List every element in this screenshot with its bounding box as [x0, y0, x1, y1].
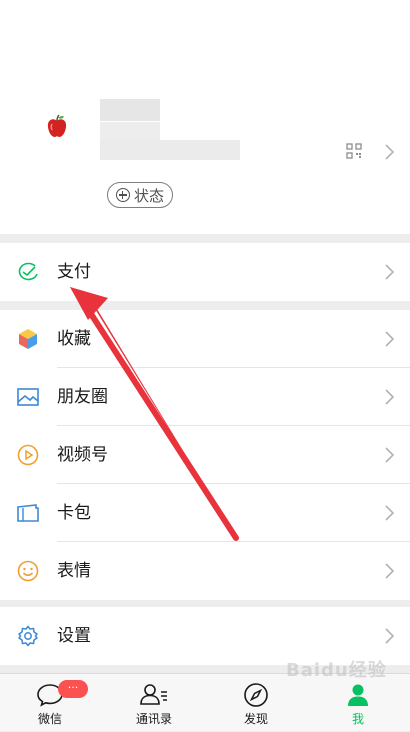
smiley-icon: [17, 560, 39, 582]
wechat-id-blurred: [100, 122, 160, 140]
pay-icon: [18, 262, 38, 281]
menu-label-moments: 朋友圈: [57, 387, 108, 407]
menu-item-moments[interactable]: 朋友圈: [0, 368, 410, 426]
pay-group: 支付: [0, 243, 410, 301]
moments-picture-icon: [17, 388, 39, 406]
chevron-right-icon: [385, 628, 394, 644]
menu-item-channels[interactable]: 视频号: [0, 426, 410, 484]
contacts-icon: [140, 684, 167, 705]
chevron-right-icon: [385, 331, 394, 347]
wechat-id-blurred-2: [100, 140, 240, 160]
status-label: 状态: [133, 186, 164, 205]
bottom-tab-bar: ··· 微信 通讯录 发现 我: [0, 673, 410, 731]
tab-label-chats: 微信: [37, 712, 62, 726]
menu-item-pay[interactable]: 支付: [0, 243, 410, 301]
unread-badge: ···: [58, 680, 88, 698]
tab-discover[interactable]: 发现: [206, 674, 306, 732]
avatar-apple-icon[interactable]: [44, 114, 70, 140]
card-wallet-icon: [17, 504, 39, 522]
chevron-right-icon: [385, 447, 394, 463]
favorites-cube-icon: [19, 329, 37, 349]
chevron-right-icon: [385, 264, 394, 280]
settings-group: 设置: [0, 607, 410, 665]
tab-label-contacts: 通讯录: [135, 712, 172, 726]
channels-play-icon: [17, 444, 39, 466]
chevron-right-icon: [385, 505, 394, 521]
profile-header[interactable]: 状态: [0, 0, 410, 234]
menu-label-favorites: 收藏: [57, 329, 91, 349]
compass-icon: [244, 683, 268, 707]
menu-label-settings: 设置: [57, 626, 91, 646]
chevron-right-icon: [385, 389, 394, 405]
plus-icon: [115, 188, 130, 202]
menu-item-stickers[interactable]: 表情: [0, 542, 410, 600]
menu-item-cards[interactable]: 卡包: [0, 484, 410, 542]
add-status-button[interactable]: 状态: [107, 182, 173, 208]
qr-code-icon[interactable]: [346, 143, 362, 159]
menu-item-settings[interactable]: 设置: [0, 607, 410, 665]
tab-me[interactable]: 我: [308, 674, 408, 732]
features-group: 收藏 朋友圈 视频号 卡包 表情: [0, 310, 410, 600]
gear-icon: [18, 625, 38, 647]
menu-label-cards: 卡包: [57, 503, 91, 523]
tab-label-me: 我: [351, 712, 364, 726]
tab-label-discover: 发现: [243, 712, 268, 726]
chevron-right-icon: [385, 144, 394, 160]
menu-label-pay: 支付: [57, 262, 91, 282]
menu-label-channels: 视频号: [57, 445, 108, 465]
menu-item-favorites[interactable]: 收藏: [0, 310, 410, 368]
chevron-right-icon: [385, 563, 394, 579]
tab-chats[interactable]: ··· 微信: [0, 674, 100, 732]
menu-label-stickers: 表情: [57, 561, 91, 581]
nickname-blurred: [100, 99, 160, 121]
person-icon: [348, 684, 368, 706]
tab-contacts[interactable]: 通讯录: [104, 674, 204, 732]
